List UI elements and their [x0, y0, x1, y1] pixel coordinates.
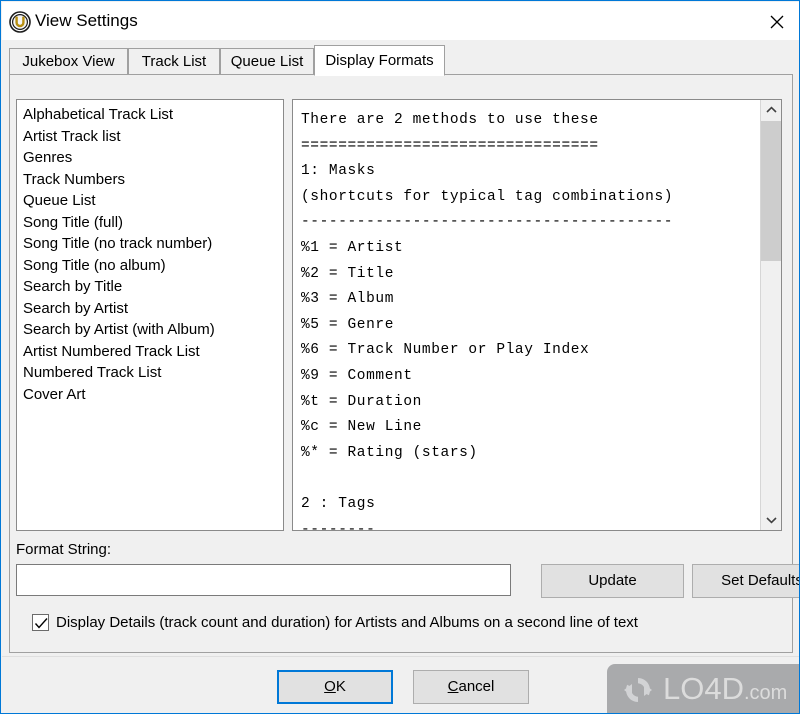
format-list-box[interactable]: Alphabetical Track List Artist Track lis…: [16, 99, 284, 531]
ok-mnemonic: O: [324, 678, 336, 695]
cancel-mnemonic: C: [447, 678, 459, 695]
u-logo-icon: [9, 11, 31, 33]
title-bar: View Settings: [2, 2, 799, 40]
display-details-label: Display Details (track count and duratio…: [56, 614, 638, 631]
close-icon: [770, 15, 784, 29]
format-help-text: There are 2 methods to use these =======…: [301, 112, 674, 530]
tab-strip: Jukebox View Track List Queue List Displ…: [9, 45, 793, 76]
tab-track-list[interactable]: Track List: [128, 48, 220, 75]
cancel-button-label: ancel: [458, 678, 495, 695]
scrollbar-thumb[interactable]: [761, 121, 781, 261]
tab-display-formats[interactable]: Display Formats: [314, 45, 445, 76]
page-title: View Settings: [35, 11, 138, 30]
list-item[interactable]: Genres: [23, 147, 283, 169]
watermark-suffix: .com: [743, 682, 788, 704]
chevron-up-icon: [766, 106, 777, 113]
tab-label: Jukebox View: [22, 53, 115, 70]
list-item[interactable]: Cover Art: [23, 384, 283, 406]
close-button[interactable]: [754, 2, 799, 39]
list-item[interactable]: Search by Title: [23, 276, 283, 298]
tab-label: Queue List: [230, 53, 304, 70]
tab-queue-list[interactable]: Queue List: [220, 48, 314, 75]
watermark-badge: LO4D.com: [607, 664, 799, 713]
list-item[interactable]: Alphabetical Track List: [23, 104, 283, 126]
list-item[interactable]: Song Title (full): [23, 212, 283, 234]
list-item[interactable]: Search by Artist (with Album): [23, 319, 283, 341]
list-item[interactable]: Numbered Track List: [23, 362, 283, 384]
scroll-down-button[interactable]: [761, 510, 781, 530]
chevron-down-icon: [766, 517, 777, 524]
list-item[interactable]: Song Title (no track number): [23, 233, 283, 255]
watermark-text: LO4D.com: [663, 669, 787, 713]
set-defaults-button[interactable]: Set Defaults: [692, 564, 800, 598]
list-item[interactable]: Song Title (no album): [23, 255, 283, 277]
refresh-arrows-icon: [619, 674, 657, 711]
format-string-input[interactable]: [16, 564, 511, 596]
checkmark-icon: [34, 618, 48, 629]
update-button[interactable]: Update: [541, 564, 684, 598]
list-item[interactable]: Queue List: [23, 190, 283, 212]
update-button-label: Update: [588, 572, 637, 589]
tab-label: Display Formats: [325, 52, 434, 69]
scroll-up-button[interactable]: [761, 100, 781, 120]
format-string-label: Format String:: [16, 541, 112, 558]
ok-button[interactable]: OK: [277, 670, 393, 704]
list-item[interactable]: Search by Artist: [23, 298, 283, 320]
tab-jukebox-view[interactable]: Jukebox View: [9, 48, 128, 75]
list-item[interactable]: Artist Track list: [23, 126, 283, 148]
help-scrollbar[interactable]: [760, 100, 781, 530]
set-defaults-button-label: Set Defaults: [721, 572, 800, 589]
cancel-button[interactable]: Cancel: [413, 670, 529, 704]
tab-label: Track List: [141, 53, 207, 70]
list-item[interactable]: Track Numbers: [23, 169, 283, 191]
watermark-name: LO4D: [663, 671, 744, 706]
view-settings-dialog: View Settings Jukebox View Track List Qu…: [0, 0, 800, 714]
list-item[interactable]: Artist Numbered Track List: [23, 341, 283, 363]
format-help-box: There are 2 methods to use these =======…: [292, 99, 782, 531]
display-details-checkbox[interactable]: [32, 614, 49, 631]
tab-content-display-formats: Alphabetical Track List Artist Track lis…: [9, 75, 799, 653]
ok-button-label: K: [335, 678, 346, 695]
